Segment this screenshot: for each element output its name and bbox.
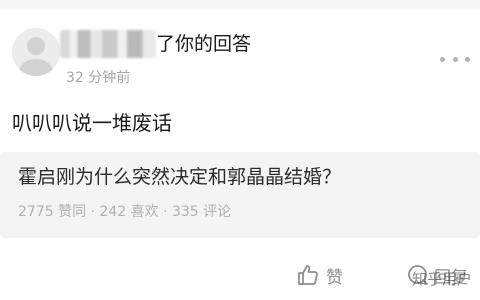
notification-page: 了你的回答 32 分钟前 叭叭叭说一堆废话 霍启刚为什么突然决定和郭晶晶结婚？ … (0, 0, 480, 300)
question-stats: 2775 赞同 · 242 喜欢 · 335 评论 (18, 204, 232, 220)
like-button[interactable]: 赞 (296, 261, 343, 289)
more-dot (452, 56, 458, 62)
avatar[interactable] (12, 28, 60, 76)
watermark: 知乎用户 (411, 270, 472, 288)
question-card[interactable]: 霍启刚为什么突然决定和郭晶晶结婚？ 2775 赞同 · 242 喜欢 · 335… (0, 152, 480, 238)
top-separator (0, 0, 480, 10)
thumbs-up-icon (298, 265, 318, 285)
comment-text: 叭叭叭说一堆废话 (12, 111, 172, 135)
notification-action-text: 了你的回答 (156, 33, 252, 55)
more-dot (440, 56, 445, 62)
more-dot (465, 56, 470, 62)
action-bar: 赞 回复 (0, 255, 480, 295)
question-title[interactable]: 霍启刚为什么突然决定和郭晶晶结婚？ (18, 162, 341, 192)
notification-time: 32 分钟前 (66, 70, 131, 86)
like-label: 赞 (326, 267, 343, 288)
avatar-placeholder-icon (12, 28, 60, 76)
blurred-username (60, 30, 156, 58)
more-dots-icon[interactable] (440, 52, 470, 66)
